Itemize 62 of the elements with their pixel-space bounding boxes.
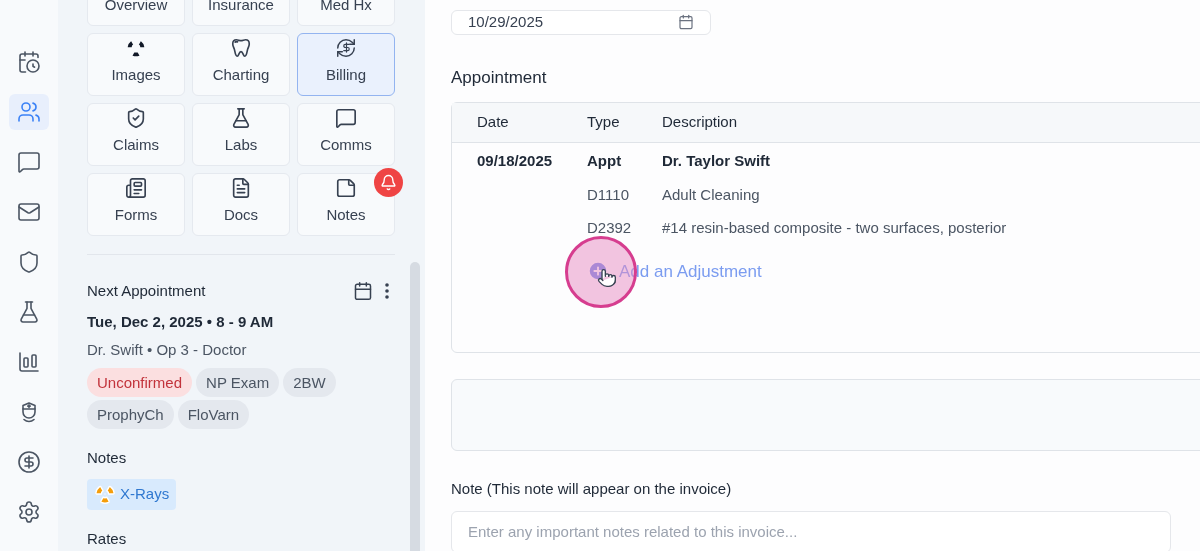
nav-rail-button[interactable] <box>9 94 49 130</box>
section-title: Next Appointment <box>87 281 206 301</box>
appointment-provider: Dr. Swift • Op 3 - Doctor <box>87 340 248 360</box>
settings-icon <box>17 500 41 524</box>
nav-tile[interactable]: Images <box>87 33 185 96</box>
tooth-icon <box>230 36 252 59</box>
flask-icon <box>17 300 41 324</box>
nav-tile[interactable]: Charting <box>192 33 290 96</box>
form-icon <box>125 176 147 199</box>
column-header: Date <box>477 112 510 133</box>
appointment-tag: NP Exam <box>196 367 280 397</box>
appointment-tag: Unconfirmed <box>87 367 193 397</box>
note-icon <box>335 176 357 199</box>
column-header: Type <box>587 112 621 133</box>
bell-icon <box>380 174 397 191</box>
mail-icon <box>17 200 41 224</box>
shield-icon <box>17 250 41 274</box>
calendar-icon <box>678 14 694 31</box>
nav-tile[interactable]: Insurance <box>192 0 290 26</box>
nav-tile[interactable]: Docs <box>192 173 290 236</box>
scrollbar[interactable] <box>410 262 420 551</box>
dollar-refresh-icon <box>335 36 357 59</box>
calendar-clock-icon <box>17 50 41 74</box>
table-cell-text: Appt <box>587 151 622 171</box>
date-field[interactable]: 10/29/2025 <box>451 10 711 35</box>
people-icon <box>17 100 41 124</box>
field-label: Note (This note will appear on the invoice) <box>451 479 733 499</box>
table-cell-text: Adult Cleaning <box>662 184 760 205</box>
radiation-icon <box>94 483 116 506</box>
nav-tile[interactable]: Labs <box>192 103 290 166</box>
note-input[interactable]: Enter any important notes related to this invoice... <box>451 510 1171 551</box>
appointment-tag: FloVarn <box>177 399 250 429</box>
note-tag: X-Rays <box>87 479 177 510</box>
more-icon <box>385 283 389 300</box>
appointment-datetime: Tue, Dec 2, 2025 • 8 - 9 AM <box>87 311 275 332</box>
nav-tile[interactable]: Notes <box>297 173 395 236</box>
appointment-tag: ProphyCh <box>87 399 174 429</box>
calendar-icon <box>353 281 373 302</box>
nav-tile[interactable]: Billing <box>297 33 395 96</box>
flask-icon <box>230 106 252 129</box>
table-cell-text: #14 resin-based composite - two surfaces, posterior <box>662 218 1007 238</box>
appointment-tag: 2BW <box>283 367 336 397</box>
bar-chart-icon <box>17 350 41 374</box>
table-cell-text: D1110 <box>587 184 629 205</box>
table-cell-text: Dr. Taylor Swift <box>662 151 771 171</box>
nav-tile[interactable]: Forms <box>87 173 185 236</box>
dollar-icon <box>17 450 41 474</box>
chat-icon <box>335 106 357 129</box>
table-cell-text: 09/18/2025 <box>477 151 553 171</box>
column-header: Description <box>662 112 739 133</box>
section-title: Rates <box>87 528 128 549</box>
section-title: Notes <box>87 447 128 468</box>
more-button[interactable] <box>385 283 389 300</box>
nav-tile[interactable]: Claims <box>87 103 185 166</box>
chat-icon <box>17 150 41 174</box>
nav-tile[interactable]: Comms <box>297 103 395 166</box>
calendar-button[interactable] <box>353 281 373 302</box>
hand-cursor-icon <box>597 267 617 288</box>
shield-check-icon <box>125 106 147 129</box>
document-icon <box>230 176 252 199</box>
table-cell-text: D2392 <box>587 218 632 238</box>
section-title: Appointment <box>451 66 548 89</box>
